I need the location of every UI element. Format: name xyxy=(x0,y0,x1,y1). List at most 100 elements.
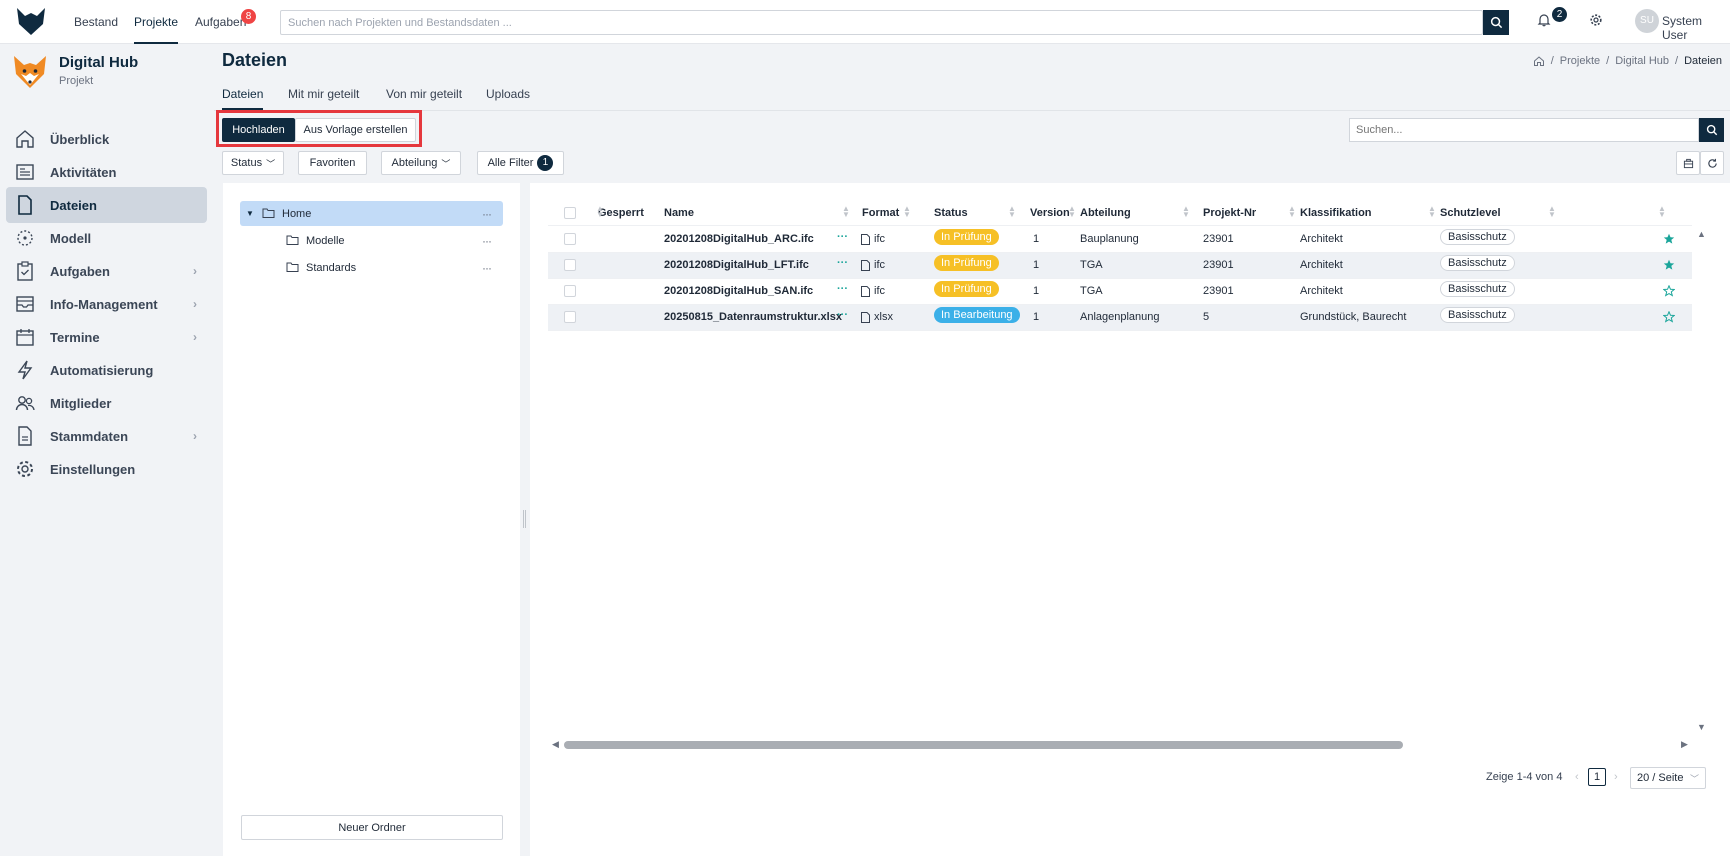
scroll-up-arrow[interactable]: ▲ xyxy=(1697,229,1706,239)
select-all-checkbox[interactable] xyxy=(564,207,576,219)
sort-icon[interactable]: ▲ ▼ xyxy=(1288,205,1296,219)
favorite-toggle[interactable] xyxy=(1662,310,1676,326)
tab-dateien[interactable]: Dateien xyxy=(222,80,264,110)
refresh-button[interactable] xyxy=(1700,151,1724,175)
column-header-status[interactable]: Status xyxy=(934,201,968,225)
prev-page-icon[interactable]: ‹ xyxy=(1575,771,1579,783)
breadcrumb-digital-hub[interactable]: Digital Hub xyxy=(1615,55,1669,67)
sort-icon[interactable]: ▲ ▼ xyxy=(1658,205,1666,219)
sidebar-item-automatisierung[interactable]: Automatisierung xyxy=(6,352,207,388)
tree-item-standards[interactable]: Standards ··· xyxy=(240,255,503,280)
more-icon[interactable]: ··· xyxy=(837,257,848,269)
sidebar-item-mitglieder[interactable]: Mitglieder xyxy=(6,385,207,421)
column-header-schutzlevel[interactable]: Schutzlevel xyxy=(1440,201,1501,225)
notifications-button[interactable] xyxy=(1537,13,1551,30)
sort-icon[interactable]: ▲ ▼ xyxy=(903,205,911,219)
star-outline-icon[interactable] xyxy=(1662,310,1676,323)
sort-icon[interactable]: ▲ ▼ xyxy=(1068,205,1076,219)
global-search-input[interactable] xyxy=(281,11,1482,34)
file-name[interactable]: 20201208DigitalHub_LFT.ifc xyxy=(664,259,809,271)
app-logo[interactable] xyxy=(14,4,48,38)
all-filters-button[interactable]: Alle Filter 1 xyxy=(477,151,564,175)
tab-von-mir-geteilt[interactable]: Von mir geteilt xyxy=(386,80,462,110)
table-row[interactable]: 20250815_Datenraumstruktur.xlsx ··· xlsx In… xyxy=(548,305,1692,331)
row-checkbox[interactable] xyxy=(564,233,576,245)
column-header-gesperrt[interactable]: Gesperrt xyxy=(598,201,644,225)
breadcrumb-projekte[interactable]: Projekte xyxy=(1560,55,1600,67)
sort-icon[interactable]: ▲ ▼ xyxy=(1428,205,1436,219)
sidebar-item-info-management[interactable]: Info-Management › xyxy=(6,286,207,322)
nav-aufgaben[interactable]: Aufgaben xyxy=(195,0,246,44)
upload-button[interactable]: Hochladen xyxy=(222,118,295,142)
more-icon[interactable]: ··· xyxy=(482,234,492,248)
panel-resize-handle[interactable] xyxy=(523,510,526,528)
sidebar-item-stammdaten[interactable]: Stammdaten › xyxy=(6,418,207,454)
row-checkbox[interactable] xyxy=(564,311,576,323)
tab-uploads[interactable]: Uploads xyxy=(486,80,530,110)
sidebar-item-dateien[interactable]: Dateien xyxy=(6,187,207,223)
column-header-projekt-nr[interactable]: Projekt-Nr xyxy=(1203,201,1256,225)
row-checkbox[interactable] xyxy=(564,285,576,297)
avatar[interactable]: SU xyxy=(1635,9,1659,33)
sidebar-item-modell[interactable]: Modell xyxy=(6,220,207,256)
column-header-abteilung[interactable]: Abteilung xyxy=(1080,201,1131,225)
file-name[interactable]: 20201208DigitalHub_SAN.ifc xyxy=(664,285,813,297)
star-filled-icon[interactable] xyxy=(1663,259,1675,271)
tree-item-home[interactable]: ▼ Home ··· xyxy=(240,201,503,226)
settings-button[interactable] xyxy=(1589,13,1603,30)
caret-down-icon[interactable]: ▼ xyxy=(246,209,254,218)
favorite-toggle[interactable] xyxy=(1663,259,1675,274)
scroll-left-arrow[interactable]: ◀ xyxy=(552,739,559,750)
favorites-filter[interactable]: Favoriten xyxy=(298,151,367,175)
export-button[interactable] xyxy=(1676,151,1700,175)
nav-projekte[interactable]: Projekte xyxy=(134,0,179,44)
home-icon[interactable] xyxy=(1533,55,1545,67)
nav-bestand[interactable]: Bestand xyxy=(74,0,118,44)
more-icon[interactable]: ··· xyxy=(837,231,848,243)
star-filled-icon[interactable] xyxy=(1663,233,1675,245)
tree-item-modelle[interactable]: Modelle ··· xyxy=(240,228,503,253)
sidebar-item-aktivitäten[interactable]: Aktivitäten xyxy=(6,154,207,190)
sort-icon[interactable]: ▲ ▼ xyxy=(842,205,850,219)
global-search-button[interactable] xyxy=(1483,10,1509,35)
star-outline-icon[interactable] xyxy=(1662,284,1676,297)
file-name[interactable]: 20201208DigitalHub_ARC.ifc xyxy=(664,233,814,245)
tab-mit-mir-geteilt[interactable]: Mit mir geteilt xyxy=(288,80,359,110)
sort-icon[interactable]: ▲ ▼ xyxy=(1548,205,1556,219)
file-search-input[interactable] xyxy=(1350,119,1698,141)
page-number-button[interactable]: 1 xyxy=(1588,768,1606,786)
column-header-format[interactable]: Format xyxy=(862,201,899,225)
create-from-template-button[interactable]: Aus Vorlage erstellen xyxy=(295,118,416,142)
favorite-toggle[interactable] xyxy=(1663,233,1675,248)
scroll-down-arrow[interactable]: ▼ xyxy=(1697,722,1706,732)
page-size-select[interactable]: 20 / Seite ﹀ xyxy=(1630,767,1706,789)
more-icon[interactable]: ··· xyxy=(482,261,492,275)
sort-icon[interactable]: ▲ ▼ xyxy=(1008,205,1016,219)
scroll-right-arrow[interactable]: ▶ xyxy=(1681,739,1688,750)
next-page-icon[interactable]: › xyxy=(1614,771,1618,783)
more-icon[interactable]: ··· xyxy=(482,207,492,221)
status-filter[interactable]: Status ﹀ xyxy=(222,151,284,175)
department-filter[interactable]: Abteilung ﹀ xyxy=(381,151,461,175)
horizontal-scrollbar[interactable] xyxy=(564,741,1403,749)
sidebar-item-überblick[interactable]: Überblick xyxy=(6,121,207,157)
more-icon[interactable]: ··· xyxy=(837,309,848,321)
favorite-toggle[interactable] xyxy=(1662,284,1676,300)
table-row[interactable]: 20201208DigitalHub_SAN.ifc ··· ifc In Prüfu… xyxy=(548,279,1692,305)
sidebar-item-aufgaben[interactable]: Aufgaben › xyxy=(6,253,207,289)
table-row[interactable]: 20201208DigitalHub_LFT.ifc ··· ifc In Prüfu… xyxy=(548,253,1692,279)
column-header-name[interactable]: Name xyxy=(664,201,694,225)
file-name[interactable]: 20250815_Datenraumstruktur.xlsx xyxy=(664,311,842,323)
new-folder-button[interactable]: Neuer Ordner xyxy=(241,815,503,840)
sidebar-item-termine[interactable]: Termine › xyxy=(6,319,207,355)
file-search-button[interactable] xyxy=(1699,118,1724,142)
column-header-version[interactable]: Version xyxy=(1030,201,1070,225)
table-row[interactable]: 20201208DigitalHub_ARC.ifc ··· ifc In Prüfu… xyxy=(548,227,1692,253)
sidebar-item-einstellungen[interactable]: Einstellungen xyxy=(6,451,207,487)
column-header-klassifikation[interactable]: Klassifikation xyxy=(1300,201,1372,225)
sort-icon[interactable]: ▲ ▼ xyxy=(1182,205,1190,219)
user-name[interactable]: System User xyxy=(1662,14,1730,42)
sort-icon[interactable]: ▲ ▼ xyxy=(596,205,604,219)
row-checkbox[interactable] xyxy=(564,259,576,271)
more-icon[interactable]: ··· xyxy=(837,283,848,295)
